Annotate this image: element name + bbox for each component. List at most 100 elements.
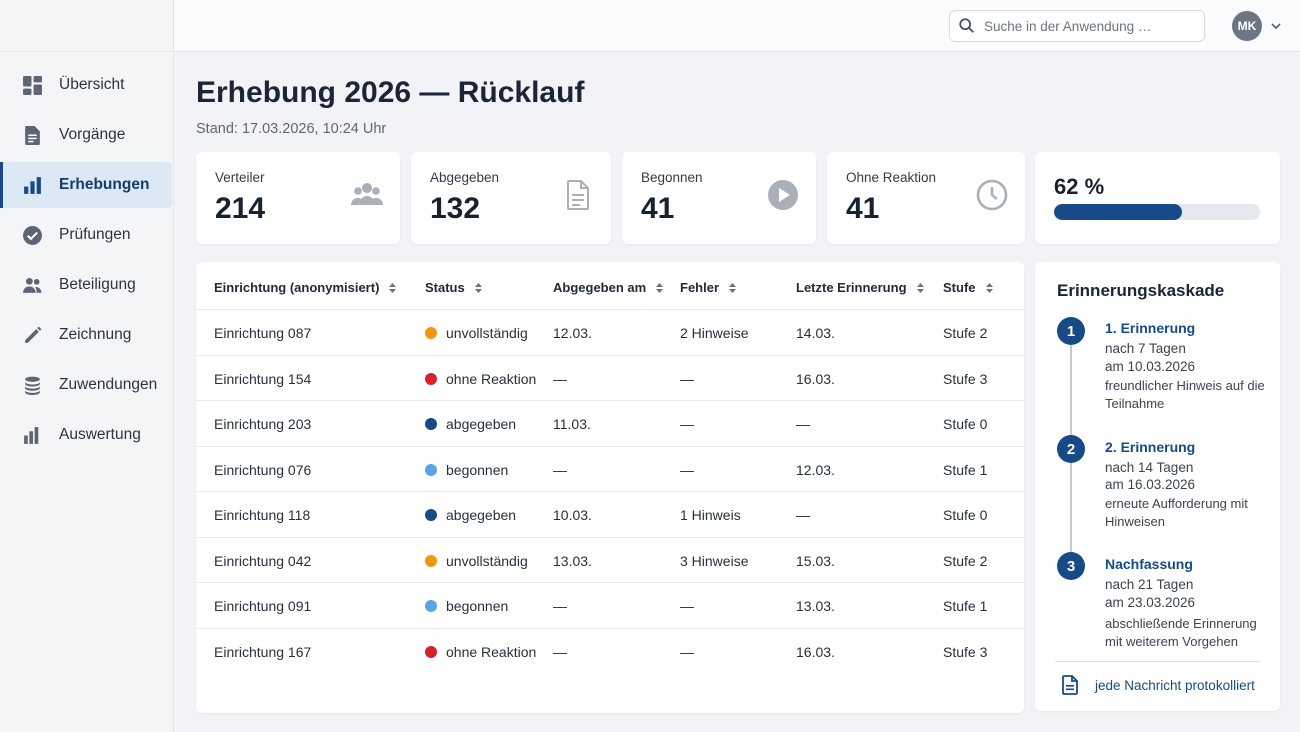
- cell-abgegeben-am: 12.03.: [553, 325, 592, 341]
- column-header-stufe[interactable]: Stufe: [943, 280, 994, 295]
- pencil-icon: [25, 326, 42, 343]
- cell-stufe: Stufe 1: [943, 461, 988, 478]
- sort-icon: [656, 282, 664, 293]
- search-box[interactable]: [949, 10, 1205, 42]
- coins-icon: [25, 376, 40, 395]
- sidebar-item-uebersicht[interactable]: Übersicht: [0, 62, 172, 108]
- table-row[interactable]: Einrichtung 076 begonnen — — 12.03. Stufe 1: [196, 447, 1024, 492]
- step-number-badge: 1: [1057, 317, 1085, 345]
- sort-icon: [916, 282, 924, 293]
- column-label: Abgegeben am: [553, 280, 647, 295]
- sidebar-item-label: Auswertung: [59, 426, 141, 443]
- sidebar-item-vorgaenge[interactable]: Vorgänge: [0, 112, 172, 158]
- people-icon: [351, 183, 383, 205]
- table-row[interactable]: Einrichtung 091 begonnen — — 13.03. Stufe 1: [196, 583, 1024, 629]
- status-dot: [425, 600, 437, 612]
- search-icon: [959, 18, 974, 33]
- sidebar-item-label: Übersicht: [59, 76, 125, 93]
- table-row[interactable]: Einrichtung 203 abgegeben 11.03. — — Stufe 0: [196, 401, 1024, 447]
- stat-label: Begonnen: [641, 170, 703, 185]
- table-row[interactable]: Einrichtung 154 ohne Reaktion — — 16.03. Stuf…: [196, 356, 1024, 401]
- status-label: unvollständig: [446, 552, 528, 569]
- document-icon: [567, 180, 589, 210]
- step-date: am 10.03.2026: [1105, 359, 1196, 374]
- cell-fehler: 2 Hinweise: [680, 325, 749, 341]
- sidebar-item-label: Prüfungen: [59, 226, 131, 243]
- sidebar-item-zeichnung[interactable]: Zeichnung: [0, 312, 172, 358]
- cell-einrichtung: Einrichtung 154: [214, 370, 312, 387]
- cell-stufe: Stufe 0: [943, 507, 988, 523]
- column-header-abgegeben-am[interactable]: Abgegeben am: [553, 280, 664, 295]
- cell-einrichtung: Einrichtung 167: [214, 643, 312, 660]
- protocol-note-label: jede Nachricht protokolliert: [1095, 677, 1255, 693]
- people-icon: [23, 277, 42, 293]
- table-row[interactable]: Einrichtung 118 abgegeben 10.03. 1 Hinweis —…: [196, 492, 1024, 538]
- cell-status: abgegeben: [425, 507, 516, 523]
- status-label: abgegeben: [446, 416, 517, 432]
- cell-fehler: —: [680, 370, 694, 387]
- table-row[interactable]: Einrichtung 167 ohne Reaktion — — 16.03. Stuf…: [196, 629, 1024, 675]
- cell-stufe: Stufe 3: [943, 370, 988, 387]
- cell-fehler: —: [680, 461, 694, 478]
- cell-status: ohne Reaktion: [425, 644, 536, 660]
- table-row[interactable]: Einrichtung 087 unvollständig 12.03. 2 Hinw…: [196, 310, 1024, 356]
- cell-fehler: 3 Hinweise: [680, 552, 749, 569]
- chart-icon: [24, 426, 39, 444]
- sidebar-item-pruefungen[interactable]: Prüfungen: [0, 212, 172, 258]
- progress-fill: [1054, 204, 1182, 220]
- column-label: Fehler: [680, 280, 720, 295]
- step-note: freundlicher Hinweis auf die Teilnahme: [1105, 378, 1265, 411]
- sidebar-item-label: Erhebungen: [59, 176, 150, 193]
- divider: [1055, 661, 1260, 662]
- cell-abgegeben-am: —: [553, 370, 567, 387]
- status-dot: [425, 509, 437, 521]
- cell-status: ohne Reaktion: [425, 371, 536, 387]
- status-dot: [425, 645, 437, 658]
- cell-stufe: Stufe 2: [943, 552, 988, 569]
- sidebar-nav: Übersicht Vorgänge Erhebungen Prüfungen …: [0, 62, 172, 462]
- dashboard-icon: [23, 75, 42, 95]
- cell-fehler: —: [680, 598, 694, 614]
- play-icon: [768, 180, 798, 210]
- search-input[interactable]: [984, 18, 1194, 34]
- column-header-fehler[interactable]: Fehler: [680, 280, 737, 295]
- column-header-einrichtung[interactable]: Einrichtung (anonymisiert): [214, 280, 397, 295]
- cell-letzte-erinnerung: 14.03.: [796, 325, 835, 341]
- step-title: Nachfassung: [1105, 556, 1193, 572]
- cell-fehler: —: [680, 643, 694, 660]
- sidebar-item-beteiligung[interactable]: Beteiligung: [0, 262, 172, 308]
- cell-status: abgegeben: [425, 416, 516, 432]
- column-header-letzte-erinnerung[interactable]: Letzte Erinnerung: [796, 280, 925, 295]
- table-row[interactable]: Einrichtung 042 unvollständig 13.03. 3 Hinw…: [196, 538, 1024, 583]
- avatar[interactable]: MK: [1232, 11, 1262, 41]
- cell-abgegeben-am: 11.03.: [553, 416, 591, 432]
- progress-bar: [1054, 204, 1260, 220]
- cell-fehler: 1 Hinweis: [680, 507, 741, 523]
- status-label: begonnen: [446, 598, 509, 614]
- cell-stufe: Stufe 3: [943, 643, 988, 660]
- sidebar-item-erhebungen[interactable]: Erhebungen: [0, 162, 172, 208]
- document-icon: [1062, 675, 1078, 695]
- sidebar-item-zuwendungen[interactable]: Zuwendungen: [0, 362, 172, 408]
- cell-einrichtung: Einrichtung 076: [214, 461, 312, 478]
- sort-icon: [389, 282, 397, 293]
- sidebar-item-auswertung[interactable]: Auswertung: [0, 412, 172, 458]
- step-title: 2. Erinnerung: [1105, 439, 1196, 455]
- column-header-status[interactable]: Status: [425, 280, 483, 295]
- cell-abgegeben-am: —: [553, 461, 567, 478]
- progress-percent: 62 %: [1054, 174, 1105, 199]
- column-label: Status: [425, 280, 465, 295]
- sidebar-item-label: Vorgänge: [59, 126, 126, 143]
- cell-einrichtung: Einrichtung 042: [214, 552, 312, 569]
- step-note: erneute Aufforderung mit Hinweisen: [1105, 496, 1248, 529]
- cell-letzte-erinnerung: 13.03.: [796, 598, 835, 614]
- chevron-down-icon[interactable]: [1270, 20, 1282, 32]
- cell-stufe: Stufe 2: [943, 325, 988, 341]
- stat-label: Ohne Reaktion: [846, 170, 937, 185]
- cell-abgegeben-am: 13.03.: [553, 552, 592, 569]
- reminder-cascade-panel: Erinnerungskaskade 1 1. Erinnerung nach …: [1035, 262, 1280, 711]
- cell-fehler: —: [680, 416, 694, 432]
- cell-letzte-erinnerung: 16.03.: [796, 643, 835, 660]
- sort-icon: [985, 282, 993, 293]
- cell-letzte-erinnerung: —: [796, 507, 810, 523]
